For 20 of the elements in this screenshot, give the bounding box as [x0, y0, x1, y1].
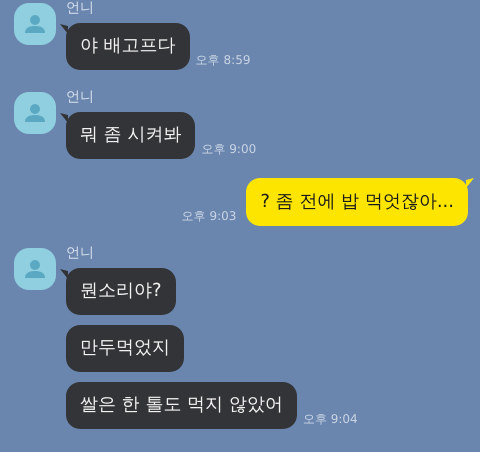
sender-name: 언니 — [66, 0, 95, 16]
bubble-tail — [466, 178, 474, 188]
avatar-icon[interactable] — [14, 3, 56, 45]
message-bubble: 야 배고프다 — [66, 23, 190, 70]
message-time: 오후 9:03 — [182, 208, 236, 225]
message-time: 오후 9:04 — [302, 411, 358, 428]
message-bubble: 뭐 좀 시켜봐 — [66, 112, 196, 159]
message-bubble: 만두먹었지 — [66, 325, 184, 372]
sender-name: 언니 — [66, 245, 95, 261]
message-time: 오후 9:00 — [201, 141, 256, 158]
bubble-tail — [60, 269, 68, 279]
bubble-tail — [60, 24, 68, 34]
message-bubble: ? 좀 전에 밥 먹엇잖아... — [246, 178, 468, 226]
avatar-icon[interactable] — [14, 92, 56, 134]
message-time: 오후 8:59 — [196, 52, 250, 69]
sender-name: 언니 — [66, 89, 95, 105]
message-bubble: 뭔소리야? — [66, 268, 176, 315]
avatar-icon[interactable] — [14, 248, 56, 290]
message-bubble: 쌀은 한 톨도 먹지 않았어 — [66, 382, 297, 429]
bubble-tail — [60, 113, 68, 123]
